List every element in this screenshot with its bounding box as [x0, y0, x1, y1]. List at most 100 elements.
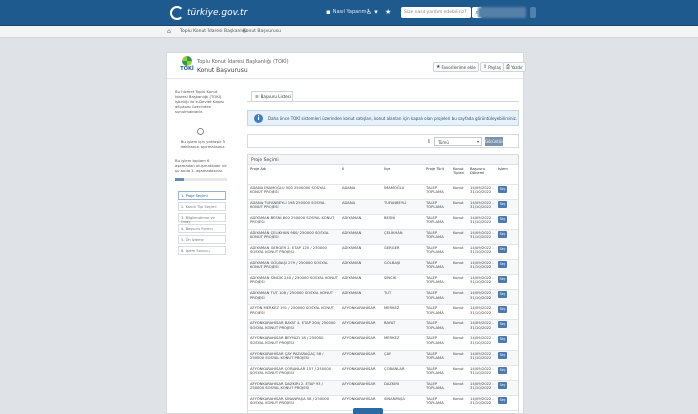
list-icon: ☰ — [255, 94, 259, 99]
cell-tip: Konut — [451, 274, 468, 291]
breadcrumb-item-institution[interactable]: Toplu Konut İdaresi Başkanlığı — [180, 29, 247, 34]
cell-ilce: İMAMOĞLU — [382, 184, 424, 200]
cell-period: 14/09/2022 - 31/10/2022 — [468, 274, 496, 291]
cell-name: ADIYAMAN GÖLBAŞI 279 / 250000 SOSYAL KON… — [248, 259, 340, 276]
cell-action: Seç — [496, 319, 518, 336]
table-row: AFYONKARAHİSAR BEYYAZI 18 / 250000 SOSYA… — [248, 334, 518, 351]
add-favorite-button[interactable]: ★ Favorilerime ekle — [433, 62, 479, 72]
cell-type: TALEP TOPLAMA — [424, 289, 451, 306]
cell-type: TALEP TOPLAMA — [424, 334, 451, 351]
select-project-button[interactable]: Seç — [498, 306, 507, 314]
cell-name: ADANA İMAMOĞLU 500 2500000 SOSYAL KONUT … — [248, 184, 340, 200]
select-project-button[interactable]: Seç — [498, 336, 507, 344]
bottom-button[interactable] — [353, 408, 383, 414]
help-icon: ▪ — [326, 8, 331, 16]
cell-action: Seç — [496, 380, 518, 396]
cell-period: 14/09/2022 - 31/10/2022 — [468, 184, 496, 200]
cell-il: ADIYAMAN — [340, 244, 382, 260]
column-header[interactable]: Proje Türü — [424, 165, 451, 185]
filter-bar: İl Tümü Görüntüle — [247, 134, 519, 148]
search-input[interactable]: Size nasıl yardım edebiliriz? — [401, 7, 471, 18]
select-project-button[interactable]: Seç — [498, 215, 507, 223]
print-button[interactable]: ⎙ Yazdır — [503, 62, 526, 72]
select-project-button[interactable]: Seç — [498, 200, 507, 208]
select-project-button[interactable]: Seç — [498, 276, 507, 284]
toki-leaf-icon — [182, 56, 192, 66]
select-project-button[interactable]: Seç — [498, 291, 507, 299]
cell-name: AFYONKARAHİSAR ÇAY PAZARAĞAÇ 58 / 250000… — [248, 350, 340, 366]
step-info: Bu işlem toplam 6 aşamadan oluşmaktadır … — [175, 158, 227, 173]
accessibility-button[interactable]: ♿ ▾ — [366, 8, 380, 16]
cell-ilce: ÇELİKHAN — [382, 229, 424, 245]
table-row: ADANA İMAMOĞLU 500 2500000 SOSYAL KONUT … — [248, 184, 518, 200]
cell-ilce: MERKEZ — [382, 334, 424, 351]
cell-il: ADANA — [340, 199, 382, 215]
cell-period: 14/09/2022 - 31/10/2022 — [468, 199, 496, 215]
cell-period: 14/09/2022 - 31/10/2022 — [468, 365, 496, 381]
cell-name: ADIYAMAN ÇELİKHAN 980/ 250000 SOSYAL KON… — [248, 229, 340, 245]
logout-button[interactable] — [530, 7, 536, 18]
cell-type: TALEP TOPLAMA — [424, 244, 451, 260]
print-icon: ⎙ — [506, 64, 511, 70]
share-button[interactable]: ⇪ Paylaş — [480, 62, 504, 72]
cell-ilce: DAZKIRI — [382, 380, 424, 396]
edevlet-logo[interactable]: türkiye.gov.tr — [170, 5, 247, 21]
column-header[interactable]: Başvuru Dönemi — [468, 165, 496, 185]
table-row: ADIYAMAN TUT 108 / 250000 SOSYAL KONUT P… — [248, 289, 518, 306]
home-icon[interactable]: ⌂ — [167, 28, 171, 35]
table-row: ADIYAMAN ÇELİKHAN 980/ 250000 SOSYAL KON… — [248, 229, 518, 245]
column-header[interactable]: İl — [340, 165, 382, 185]
cell-tip: Konut — [451, 184, 468, 200]
cell-type: TALEP TOPLAMA — [424, 304, 451, 321]
cell-name: ADIYAMAN SİNCİK 240 / 250000 SOSYAL KONU… — [248, 274, 340, 291]
user-menu[interactable] — [478, 7, 526, 18]
service-card: TOKİ Toplu Konut İdaresi Başkanlığı (TOK… — [166, 52, 526, 414]
table-title: Proje Seçimi — [248, 155, 518, 165]
cell-ilce: ÇAY — [382, 350, 424, 366]
cell-action: Seç — [496, 304, 518, 321]
cell-il: ADIYAMAN — [340, 289, 382, 306]
cell-type: TALEP TOPLAMA — [424, 184, 451, 200]
service-header: TOKİ Toplu Konut İdaresi Başkanlığı (TOK… — [167, 53, 526, 79]
cell-tip: Konut — [451, 229, 468, 245]
cell-period: 14/09/2022 - 31/10/2022 — [468, 244, 496, 260]
select-project-button[interactable]: Seç — [498, 381, 507, 389]
how-to-link[interactable]: ▪ Nasıl Yaparım — [326, 8, 367, 16]
cell-period: 14/09/2022 - 31/10/2022 — [468, 395, 496, 411]
edevlet-logo-icon — [170, 6, 184, 20]
cell-period: 14/09/2022 - 31/10/2022 — [468, 214, 496, 230]
column-header[interactable]: Proje Adı — [248, 165, 340, 185]
select-project-button[interactable]: Seç — [498, 230, 507, 238]
project-table: Proje Adı İl İlçe Proje Türü Konut Tiple… — [248, 165, 518, 411]
filter-button[interactable]: Görüntüle — [485, 137, 505, 146]
cell-ilce: GERGER — [382, 244, 424, 260]
cell-action: Seç — [496, 395, 518, 411]
cell-action: Seç — [496, 334, 518, 351]
select-project-button[interactable]: Seç — [498, 351, 507, 359]
service-description: Bu hizmet Toplu Konut İdaresi Başkanlığı… — [175, 89, 225, 114]
cell-name: ADIYAMAN BESNİ 800 250000 SOSYAL KONUT P… — [248, 214, 340, 230]
select-project-button[interactable]: Seç — [498, 185, 507, 193]
column-header[interactable]: İlçe — [382, 165, 424, 185]
select-project-button[interactable]: Seç — [498, 366, 507, 374]
tab-application-list[interactable]: ☰ Başvuru Listesi — [251, 91, 293, 101]
select-project-button[interactable]: Seç — [498, 396, 507, 404]
cell-tip: Konut — [451, 350, 468, 366]
cell-tip: Konut — [451, 244, 468, 260]
service-title: Konut Başvurusu — [197, 67, 248, 74]
cell-period: 14/09/2022 - 31/10/2022 — [468, 304, 496, 321]
duration-note: Bu işlem için yaklaşık 5 dakikanızı ayır… — [180, 139, 226, 149]
project-table-panel: Proje Seçimi Proje Adı İl İlçe Proje Tür… — [247, 154, 519, 414]
column-header[interactable]: Konut Tipleri — [451, 165, 468, 185]
favorites-button[interactable]: ★ — [385, 8, 393, 16]
cell-type: TALEP TOPLAMA — [424, 365, 451, 381]
institution-name[interactable]: Toplu Konut İdaresi Başkanlığı (TOKİ) — [197, 59, 289, 65]
select-project-button[interactable]: Seç — [498, 321, 507, 329]
cell-il: AFYONKARAHİSAR — [340, 365, 382, 381]
table-row: ADIYAMAN GÖLBAŞI 279 / 250000 SOSYAL KON… — [248, 259, 518, 276]
province-select[interactable]: Tümü — [434, 137, 482, 146]
select-project-button[interactable]: Seç — [498, 260, 507, 268]
cell-tip: Konut — [451, 304, 468, 321]
select-project-button[interactable]: Seç — [498, 245, 507, 253]
cell-il: AFYONKARAHİSAR — [340, 304, 382, 321]
